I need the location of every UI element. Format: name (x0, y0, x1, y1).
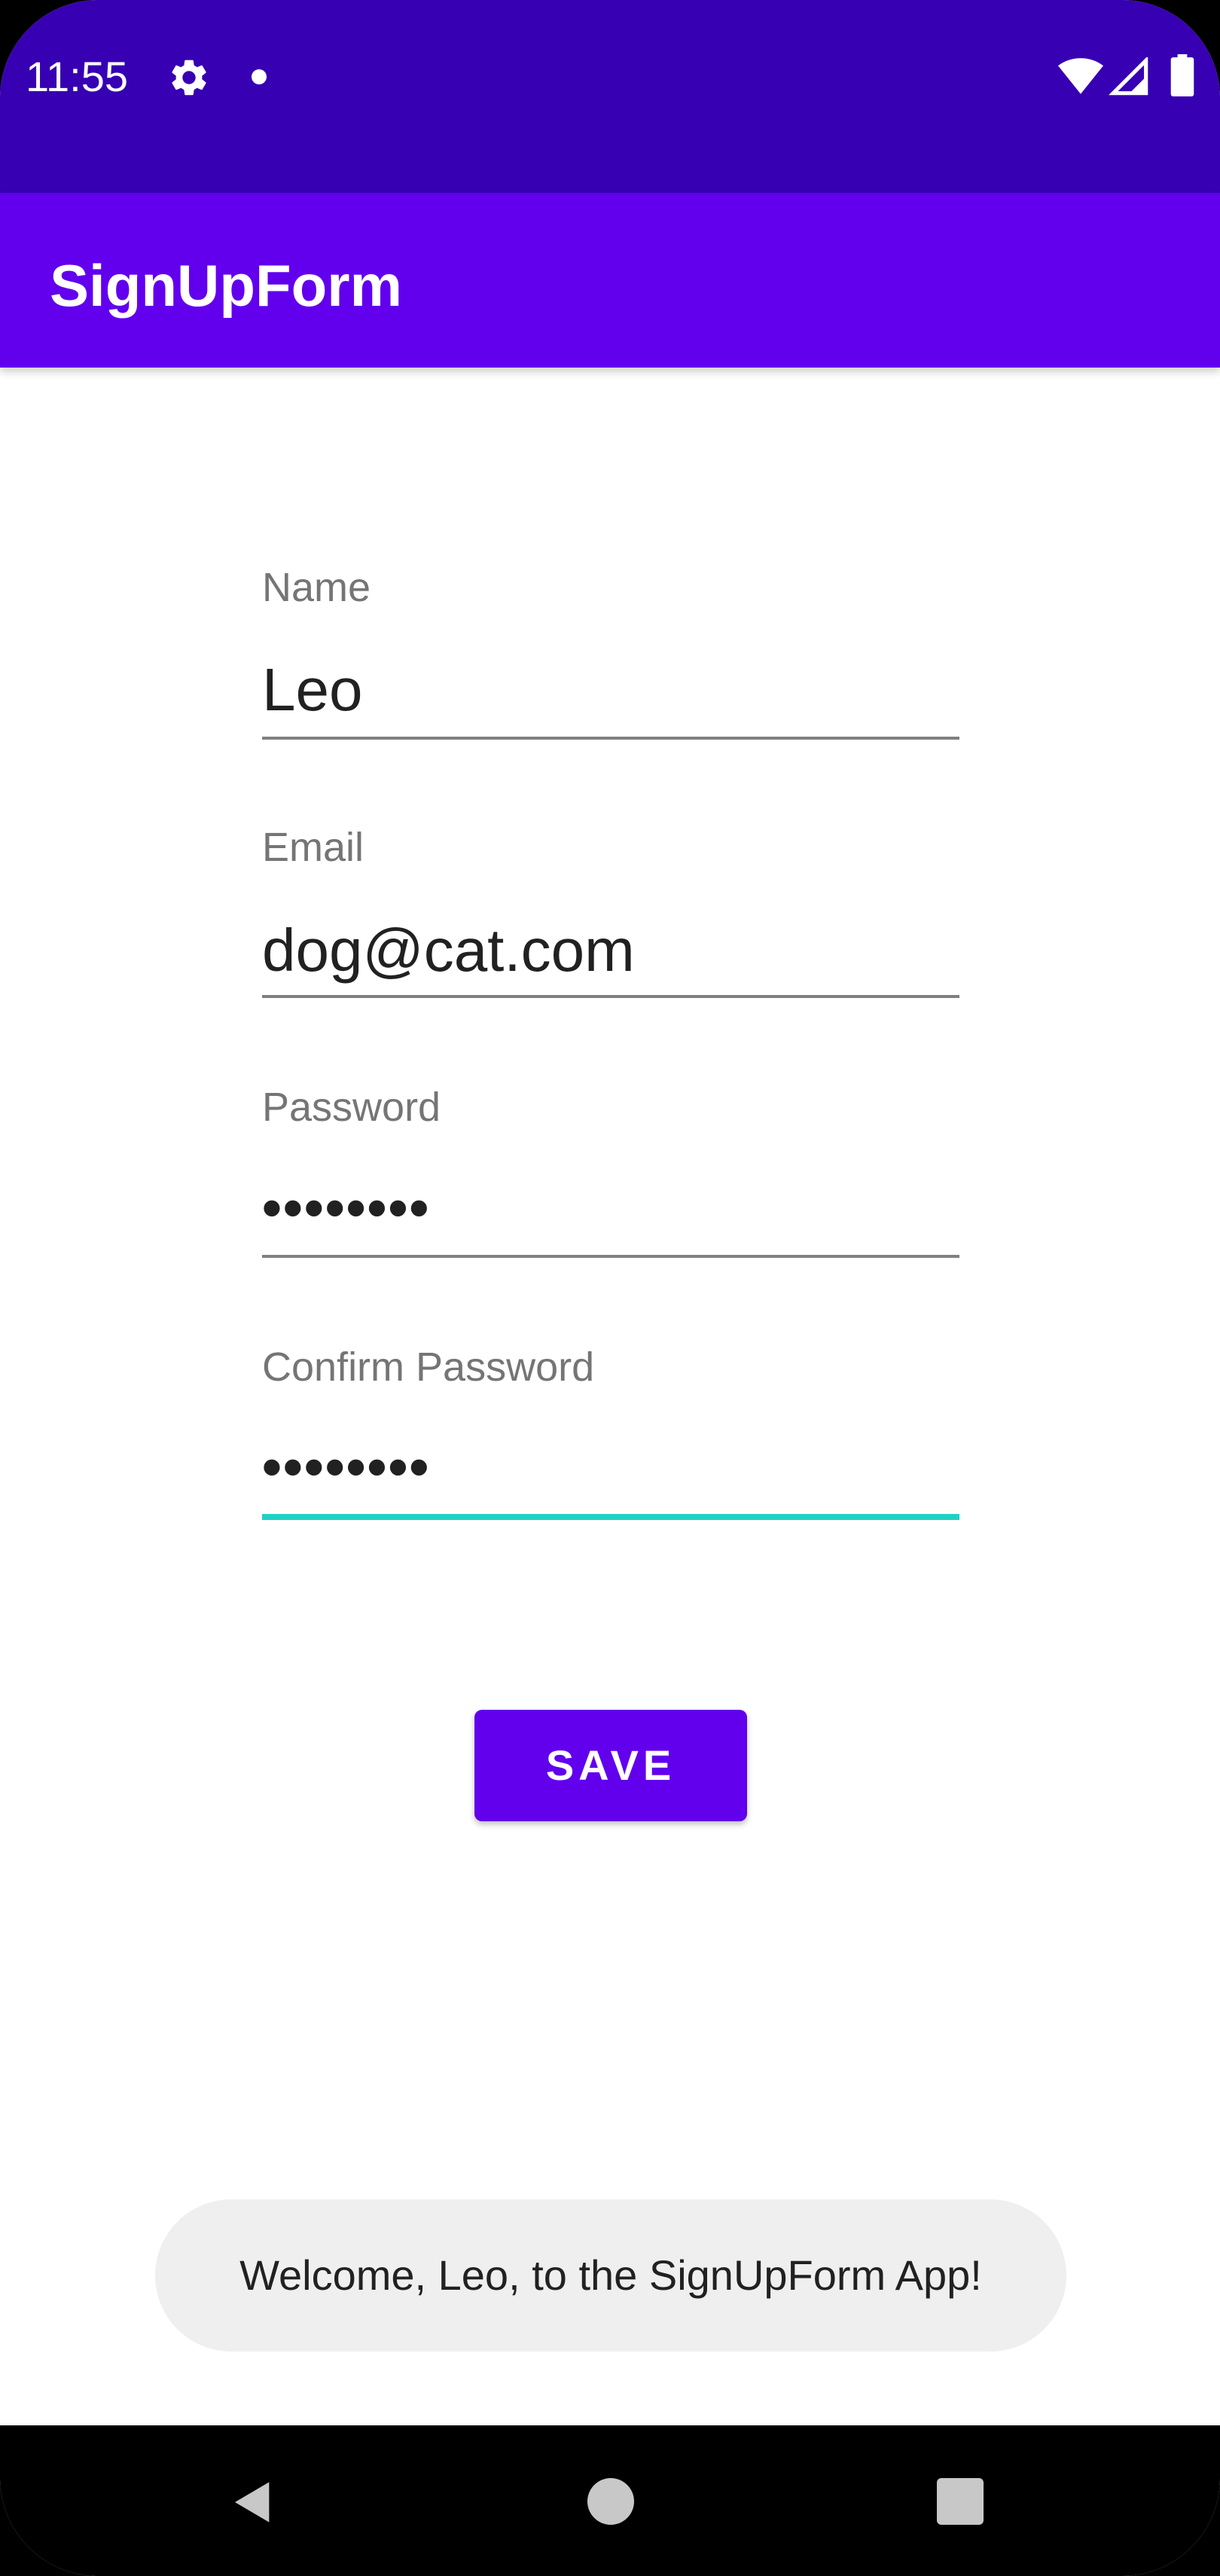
password-label: Password (262, 1085, 441, 1130)
status-bar: 11:55 (0, 0, 1220, 193)
email-label: Email (262, 825, 364, 870)
home-icon[interactable] (587, 2478, 634, 2525)
phone-screen: 11:55 SignUpForm Name Leo Email dog@cat.… (0, 0, 1220, 2576)
cell-signal-icon (1109, 57, 1148, 96)
name-input[interactable]: Leo (262, 654, 362, 726)
save-button[interactable]: SAVE (474, 1710, 747, 1821)
battery-icon (1170, 54, 1194, 96)
password-underline (262, 1255, 959, 1258)
back-icon[interactable] (229, 2478, 277, 2526)
wifi-icon (1058, 58, 1103, 94)
toast-message: Welcome, Leo, to the SignUpForm App! (155, 2199, 1066, 2352)
recents-icon[interactable] (937, 2478, 984, 2525)
app-title: SignUpForm (50, 252, 402, 319)
name-label: Name (262, 565, 371, 610)
password-input[interactable]: •••••••• (262, 1178, 430, 1238)
confirm-password-underline (262, 1514, 959, 1520)
confirm-password-label: Confirm Password (262, 1344, 595, 1390)
app-bar: SignUpForm (0, 193, 1220, 368)
confirm-password-input[interactable]: •••••••• (262, 1437, 430, 1497)
gear-icon (172, 60, 206, 96)
notification-dot-icon (252, 69, 267, 84)
navigation-bar (0, 2425, 1220, 2576)
name-underline (262, 737, 959, 740)
email-input[interactable]: dog@cat.com (262, 914, 635, 987)
status-time: 11:55 (26, 53, 128, 100)
email-underline (262, 995, 959, 998)
